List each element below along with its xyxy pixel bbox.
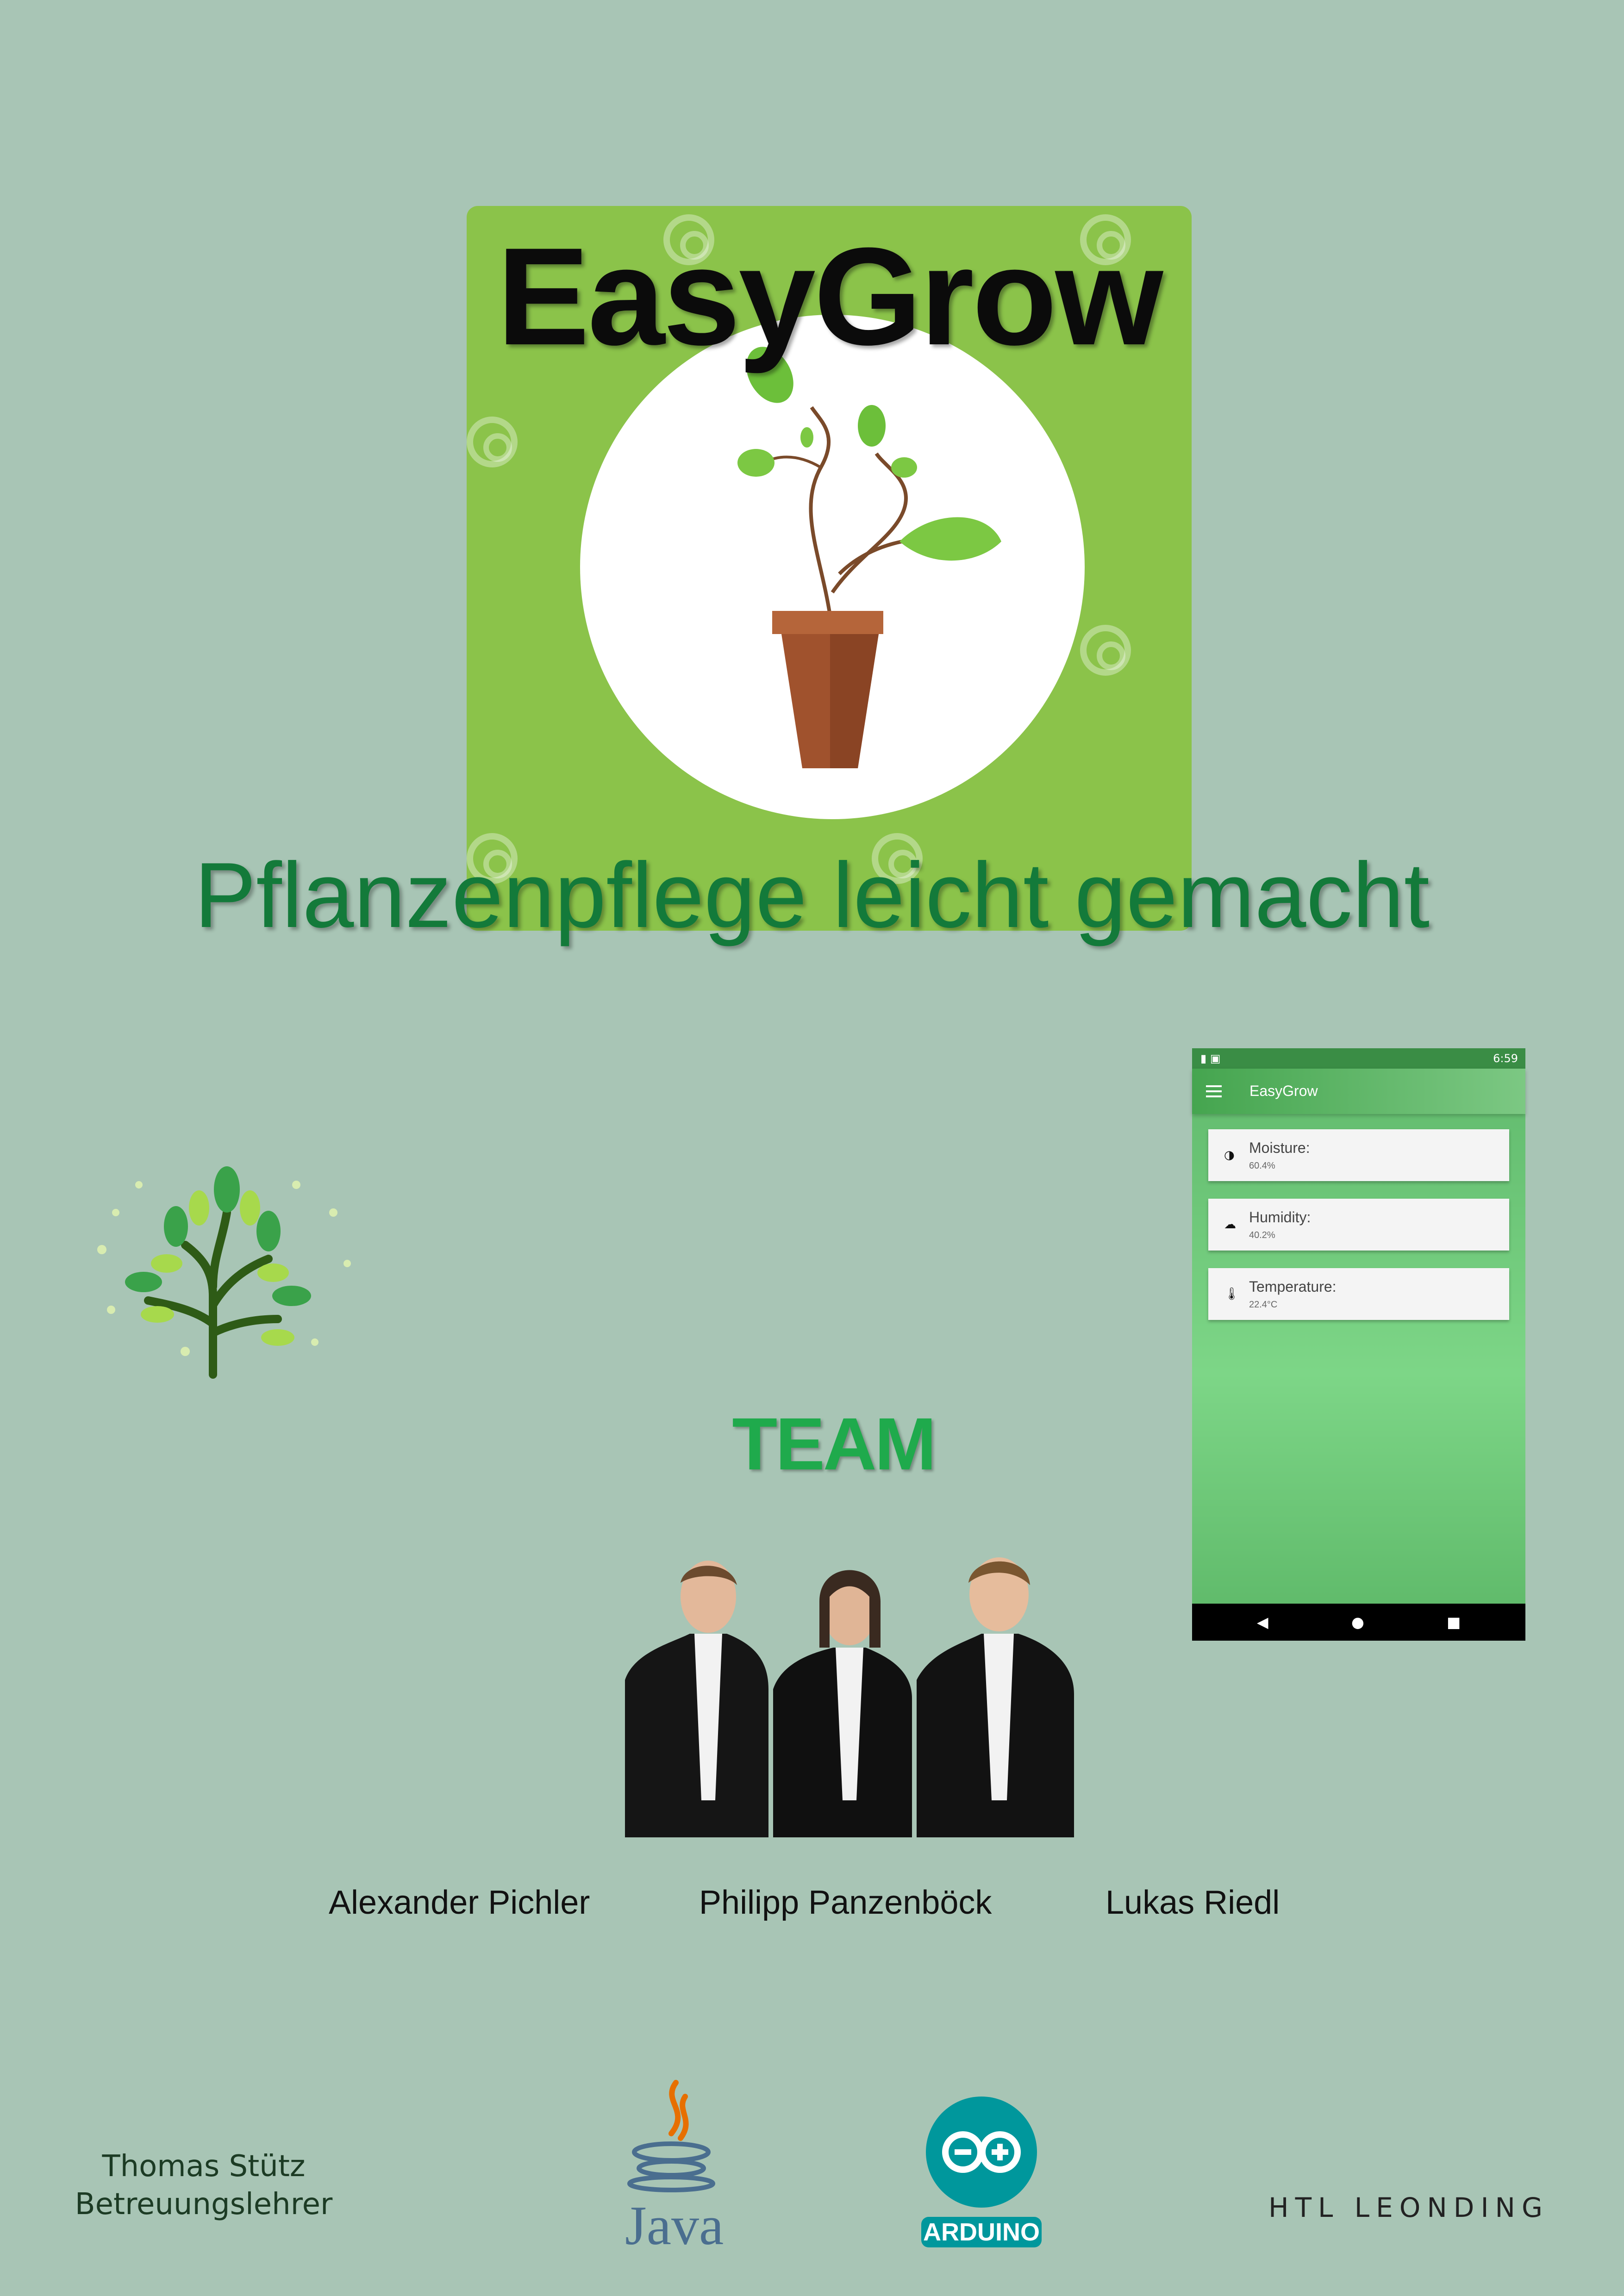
teacher-name: Thomas Stütz (102, 2149, 306, 2184)
app-title: EasyGrow (497, 218, 1163, 374)
member-name: Lukas Riedl (1106, 1884, 1280, 1921)
card-label: Temperature: (1249, 1278, 1337, 1295)
card-label: Moisture: (1249, 1139, 1310, 1156)
phone-status-bar: ▮ ▣ 6:59 (1192, 1048, 1525, 1069)
swirl-decoration-icon (1080, 625, 1131, 676)
teacher-block: Thomas Stütz Betreuungslehrer (65, 2147, 343, 2223)
teacher-role: Betreuungslehrer (75, 2187, 333, 2221)
menu-icon[interactable] (1206, 1085, 1222, 1097)
infinity-icon (926, 2097, 1037, 2208)
status-time: 6:59 (1493, 1052, 1518, 1065)
plant-pot-icon (737, 347, 1001, 768)
java-logo: Java (616, 2073, 727, 2256)
member-name: Alexander Pichler (329, 1884, 590, 1921)
card-value: 60.4% (1249, 1161, 1275, 1171)
thermometer-icon: 🌡 (1224, 1287, 1240, 1301)
card-value: 22.4°C (1249, 1300, 1278, 1310)
school-logo: HTL LEONDING (1268, 2192, 1549, 2223)
home-icon[interactable]: ● (1351, 1615, 1364, 1630)
arduino-label: ARDUINO (921, 2217, 1042, 2247)
team-photo (625, 1557, 1074, 1837)
coffee-cup-icon (627, 2080, 715, 2192)
back-icon[interactable]: ◀ (1257, 1615, 1268, 1630)
moisture-card[interactable]: ◑ Moisture: 60.4% (1208, 1129, 1509, 1181)
phone-app-title: EasyGrow (1249, 1083, 1318, 1099)
phone-toolbar: EasyGrow (1192, 1069, 1525, 1114)
phone-mockup: ▮ ▣ 6:59 EasyGrow ◑ Moisture: 60.4% ☁ Hu… (1192, 1048, 1525, 1641)
phone-navigation-bar: ◀ ● ■ (1192, 1604, 1525, 1641)
arduino-logo: ARDUINO (921, 2092, 1042, 2247)
java-label: Java (625, 2195, 724, 2256)
temperature-card[interactable]: 🌡 Temperature: 22.4°C (1208, 1268, 1509, 1320)
team-heading: TEAM (732, 1402, 936, 1485)
card-label: Humidity: (1249, 1209, 1311, 1226)
tagline: Pflanzenpflege leicht gemacht (194, 844, 1430, 947)
notification-icon: ▮ ▣ (1200, 1052, 1221, 1065)
tree-icon (97, 1166, 351, 1379)
cloud-icon: ☁ (1224, 1218, 1236, 1232)
drop-icon: ◑ (1224, 1148, 1235, 1162)
swirl-decoration-icon (467, 417, 518, 467)
humidity-card[interactable]: ☁ Humidity: 40.2% (1208, 1199, 1509, 1251)
member-name: Philipp Panzenböck (699, 1884, 992, 1921)
recents-icon[interactable]: ■ (1447, 1615, 1461, 1630)
card-value: 40.2% (1249, 1230, 1275, 1240)
